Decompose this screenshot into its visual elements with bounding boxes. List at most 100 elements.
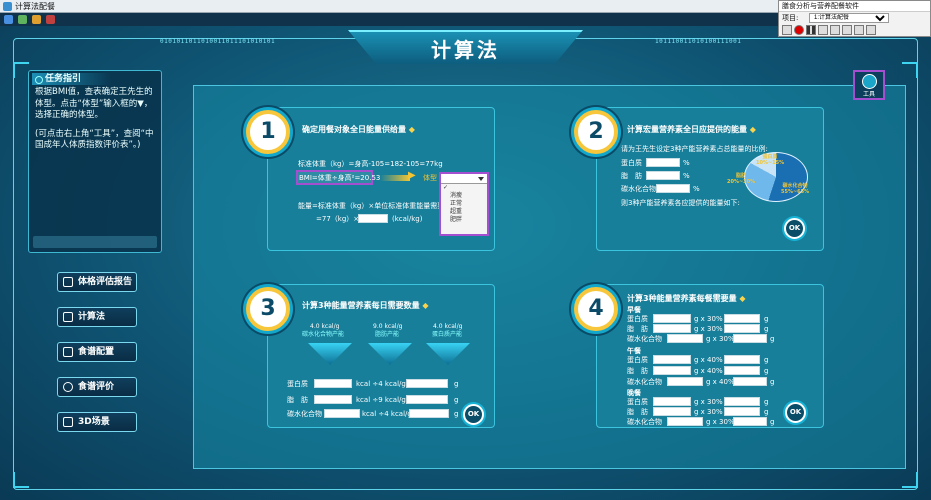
dinner-protein-result[interactable] [724, 397, 760, 406]
energy-calc-prefix: =77（kg）× [316, 215, 360, 223]
gram-unit: g [764, 398, 769, 406]
pct-unit: % [693, 185, 700, 193]
step-1-badge: 1 [246, 110, 290, 154]
dinner-protein-label: 蛋白质 [627, 398, 648, 406]
card-4-ok-button[interactable]: OK [785, 402, 806, 423]
gram-unit: g [764, 408, 769, 416]
dropdown-option-normal[interactable]: 正常 [441, 200, 487, 208]
dinner-fat-result[interactable] [724, 407, 760, 416]
carb-label: 碳水化合物 [621, 185, 656, 193]
dinner-fat-input[interactable] [653, 407, 691, 416]
lunch-carb-label: 碳水化合物 [627, 378, 662, 386]
gram-unit: g [770, 378, 775, 386]
frame-corner [902, 62, 918, 78]
card-4-title-text: 计算3种能量营养素每餐需要量 [627, 294, 737, 303]
dinner-protein-input[interactable] [653, 397, 691, 406]
step-3-badge: 3 [246, 287, 290, 331]
settings-icon[interactable] [782, 25, 792, 35]
energy-outro: 则3种产能营养素各应提供的能量如下: [621, 199, 740, 207]
ratio-description: 请为王先生设定3种产能营养素占总能量的比例: [621, 145, 768, 153]
clock-icon[interactable] [866, 25, 876, 35]
nav-calculation-method[interactable]: 计算法 [57, 307, 137, 327]
breakfast-protein-input[interactable] [653, 314, 691, 323]
body-type-dropdown[interactable]: 消瘦 正常 超重 肥胖 [439, 172, 489, 236]
recorder-toolbar [782, 25, 878, 35]
nav-recipe-evaluation[interactable]: 食谱评价 [57, 377, 137, 397]
fat-grams-input[interactable] [406, 395, 448, 404]
tool-button[interactable]: 工具 [853, 70, 885, 100]
gram-unit: g [764, 356, 769, 364]
pie-protein-name: 蛋白质 [762, 154, 778, 160]
dinner-fat-label: 脂 肪 [627, 408, 648, 416]
pct-unit: % [683, 172, 690, 180]
breakfast-carb-input[interactable] [667, 334, 703, 343]
lunch-fat-input[interactable] [653, 366, 691, 375]
lunch-protein-result[interactable] [724, 355, 760, 364]
lunch-label: 午餐 [627, 347, 641, 355]
taskbar-app-icon[interactable] [46, 15, 55, 24]
lunch-carb-result[interactable] [733, 377, 767, 386]
breakfast-carb-label: 碳水化合物 [627, 335, 662, 343]
energy-per-kg-input[interactable] [358, 214, 388, 223]
task-panel-footer [33, 236, 157, 248]
screen-icon[interactable] [842, 25, 852, 35]
dropdown-option[interactable] [441, 184, 487, 192]
protein-grams-input[interactable] [406, 379, 448, 388]
protein-pct-input[interactable] [646, 158, 680, 167]
pie-label-fat: 脂肪 20%~30% [727, 172, 755, 185]
taskbar-app-icon[interactable] [32, 15, 41, 24]
lunch-protein-input[interactable] [653, 355, 691, 364]
dinner-carb-result[interactable] [733, 417, 767, 426]
project-label: 项目: [782, 14, 799, 22]
diamond-icon: ◆ [408, 125, 415, 134]
task-guide-text: 根据BMI值，查表确定王先生的体型。点击“体型”输入框的▼，选择正确的体型。 (… [35, 87, 159, 152]
fat-energy-label: 脂肪产能 [375, 331, 400, 338]
nav-recipe-config[interactable]: 食谱配置 [57, 342, 137, 362]
nav-3d-scene[interactable]: 3D场景 [57, 412, 137, 432]
breakfast-fat-result[interactable] [724, 324, 760, 333]
frame-corner [13, 472, 29, 488]
pct-unit: % [683, 159, 690, 167]
nav-label: 体格评估报告 [78, 277, 133, 287]
fat-pct-input[interactable] [646, 171, 680, 180]
carb-pct-input[interactable] [656, 184, 690, 193]
body-type-select[interactable] [441, 174, 487, 184]
carb-grams-input[interactable] [409, 409, 449, 418]
dropdown-option-obese[interactable]: 肥胖 [441, 216, 487, 224]
dropdown-option-overweight[interactable]: 超重 [441, 208, 487, 216]
task-guide-panel: 任务指引 根据BMI值，查表确定王先生的体型。点击“体型”输入框的▼，选择正确的… [28, 70, 162, 253]
dropdown-option-thin[interactable]: 消瘦 [441, 192, 487, 200]
camera-icon[interactable] [854, 25, 864, 35]
arrow-bar [380, 175, 410, 181]
fat-row-label: 脂 肪 [287, 396, 308, 404]
nav-label: 计算法 [78, 312, 106, 322]
pause-icon[interactable] [806, 25, 816, 35]
lunch-fat-result[interactable] [724, 366, 760, 375]
carb-kcal-input[interactable] [324, 409, 360, 418]
card-4-title: 计算3种能量营养素每餐需要量 ◆ [627, 293, 746, 304]
stop-icon[interactable] [818, 25, 828, 35]
card-3-ok-button[interactable]: OK [463, 404, 484, 425]
list-icon[interactable] [830, 25, 840, 35]
gram-unit: g [454, 410, 459, 418]
card-2-ok-button[interactable]: OK [784, 218, 805, 239]
lunch-carb-input[interactable] [667, 377, 703, 386]
card-3-title-text: 计算3种能量营养素每日需要数量 [302, 301, 420, 310]
breakfast-label: 早餐 [627, 306, 641, 314]
pie-label-protein: 蛋白质 10%~15% [756, 153, 784, 166]
recipe-icon [63, 347, 73, 357]
breakfast-carb-result[interactable] [733, 334, 767, 343]
protein-kcal-input[interactable] [314, 379, 352, 388]
taskbar-app-icon[interactable] [18, 15, 27, 24]
energy-formula: 能量=标准体重（kg）×单位标准体重能量需要量 [298, 202, 452, 210]
fat-kcal-input[interactable] [314, 395, 352, 404]
taskbar-app-icon[interactable] [4, 15, 13, 24]
dinner-carb-input[interactable] [667, 417, 703, 426]
breakfast-fat-input[interactable] [653, 324, 691, 333]
lunch-protein-label: 蛋白质 [627, 356, 648, 364]
breakfast-protein-result[interactable] [724, 314, 760, 323]
task-hint: (可点击右上角“工具”，查阅“中国成年人体质指数评价表”。) [35, 128, 154, 151]
record-icon[interactable] [794, 25, 804, 35]
project-select[interactable]: 1:计算法配餐 [809, 13, 889, 23]
nav-body-assessment-report[interactable]: 体格评估报告 [57, 272, 137, 292]
